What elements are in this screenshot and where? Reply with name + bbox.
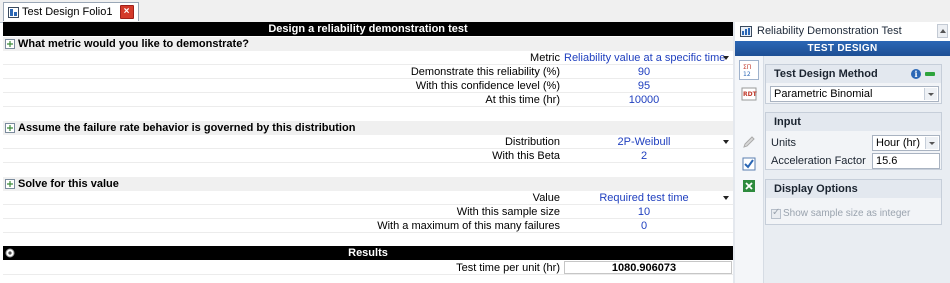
results-icon[interactable] [5,248,15,258]
row-distribution: Distribution 2P-Weibull [3,135,733,149]
row-sample-size: With this sample size 10 [3,205,733,219]
row-label: At this time (hr) [485,94,560,106]
section-distribution: Assume the failure rate behavior is gove… [3,121,733,135]
sample-size-input[interactable]: 10 [564,205,724,219]
group-input: Input Units Hour (hr) Acceleration Facto… [765,112,942,170]
report-icon[interactable]: RDT [741,86,758,102]
select-value: Parametric Binomial [774,88,873,100]
group-title: Input [766,113,941,131]
acceleration-factor-input[interactable]: 15.6 [872,153,940,169]
section-title: Assume the failure rate behavior is gove… [18,122,356,134]
confidence-input[interactable]: 95 [564,79,724,93]
main-worksheet: Design a reliability demonstration test … [3,22,733,283]
collapse-icon[interactable] [5,123,15,133]
row-metric: Metric Reliability value at a specific t… [3,51,733,65]
units-label: Units [771,137,797,149]
group-title: Display Options [766,180,941,198]
panel-page-band: TEST DESIGN [735,41,950,56]
scroll-up-icon[interactable] [937,24,948,38]
tab-label: Test Design Folio1 [22,6,113,18]
calculate-icon[interactable]: ΣΠ 12 [739,60,759,80]
group-test-design-method: Test Design Method i Parametric Binomial [765,64,942,104]
section-solve: Solve for this value [3,177,733,191]
section-metric: What metric would you like to demonstrat… [3,37,733,51]
control-panel-titlebar: Reliability Demonstration Test [735,22,950,42]
row-confidence: With this confidence level (%) 95 [3,79,733,93]
sample-size-integer-checkbox[interactable] [771,207,781,219]
worksheet-header: Design a reliability demonstration test [3,22,733,36]
row-label: Value [532,192,560,204]
row-time: At this time (hr) 10000 [3,93,733,107]
svg-text:12: 12 [743,71,751,78]
row-label: Distribution [504,136,560,148]
tab-test-design-folio[interactable]: Test Design Folio1 × [3,2,139,21]
metric-select[interactable]: Reliability value at a specific time [564,51,725,65]
rdt-icon [740,26,752,37]
reliability-input[interactable]: 90 [564,65,724,79]
collapse-icon[interactable] [5,39,15,49]
info-icon[interactable]: i [911,69,921,79]
select-value: Hour (hr) [876,137,921,149]
acceleration-factor-label: Acceleration Factor [771,155,866,167]
row-result-test-time: Test time per unit (hr) 1080.906073 [3,261,733,275]
beta-input[interactable]: 2 [564,149,724,163]
row-label: With this Beta [492,150,560,162]
row-label: With a maximum of this many failures [377,220,560,232]
svg-text:RDT: RDT [743,91,757,98]
chevron-down-icon[interactable] [925,137,938,149]
result-value: 1080.906073 [611,262,677,274]
solve-value-select[interactable]: Required test time [564,191,724,205]
group-display-options: Display Options Show sample size as inte… [765,179,942,225]
row-max-failures: With a maximum of this many failures 0 [3,219,733,233]
collapse-group-icon[interactable] [925,72,935,76]
chevron-down-icon[interactable] [723,140,729,144]
results-title: Results [348,247,388,259]
toolbar: ΣΠ 12 RDT [735,56,764,283]
test-design-method-select[interactable]: Parametric Binomial [770,86,939,102]
checkbox-label: Show sample size as integer [783,208,911,219]
row-solve-value: Value Required test time [3,191,733,205]
edit-icon[interactable] [741,134,757,150]
folio-icon [8,6,19,18]
units-select[interactable]: Hour (hr) [872,135,940,151]
row-label: With this confidence level (%) [415,80,560,92]
row-label: Metric [530,52,560,64]
row-label: With this sample size [456,206,560,218]
section-title: What metric would you like to demonstrat… [18,38,250,50]
section-title: Solve for this value [18,178,119,190]
row-reliability: Demonstrate this reliability (%) 90 [3,65,733,79]
svg-text:ΣΠ: ΣΠ [743,64,751,71]
close-icon[interactable]: × [119,5,134,19]
excel-export-icon[interactable] [741,178,757,194]
control-panel-title: Reliability Demonstration Test [757,25,902,37]
chevron-down-icon[interactable] [723,196,729,200]
time-input[interactable]: 10000 [564,93,724,107]
chevron-down-icon[interactable] [924,88,937,100]
row-label: Test time per unit (hr) [456,262,560,274]
control-panel: Reliability Demonstration Test TEST DESI… [735,22,950,283]
collapse-icon[interactable] [5,179,15,189]
chevron-down-icon[interactable] [723,56,729,60]
row-label: Demonstrate this reliability (%) [410,66,560,78]
checklist-icon[interactable] [741,156,757,172]
distribution-select[interactable]: 2P-Weibull [564,135,724,149]
row-beta: With this Beta 2 [3,149,733,163]
max-failures-input[interactable]: 0 [564,219,724,233]
document-tab-strip: Test Design Folio1 × [0,0,950,23]
results-header: Results [3,246,733,260]
